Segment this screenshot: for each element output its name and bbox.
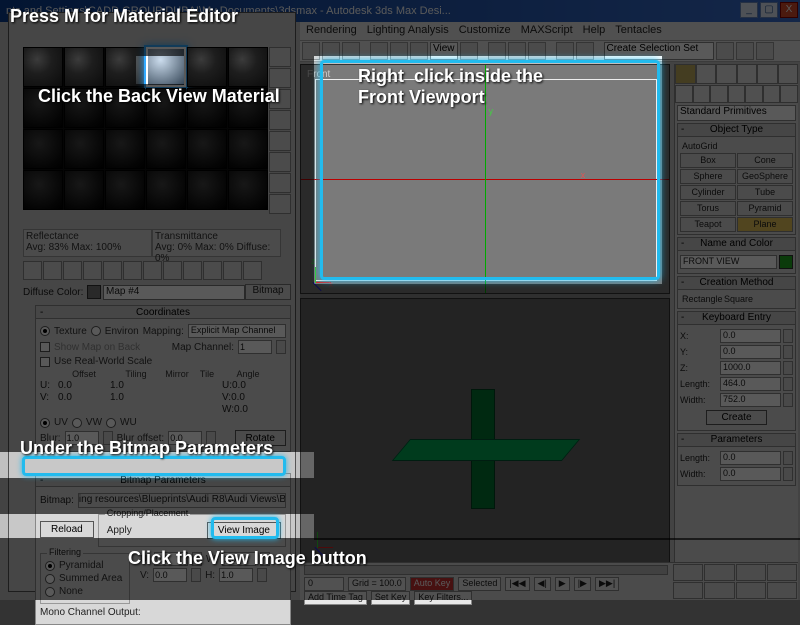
overlay-dark xyxy=(662,56,800,540)
overlay-dark xyxy=(184,56,314,84)
annotation-back-material: Click the Back View Material xyxy=(38,86,280,107)
annotation-bitmap-params: Under the Bitmap Parameters xyxy=(20,438,273,459)
annotation-right-click: Right click inside the Front Viewport xyxy=(358,66,543,108)
axis-x-label: x xyxy=(581,170,586,180)
reload-button[interactable]: Reload xyxy=(40,521,94,538)
overlay-dark xyxy=(0,56,136,84)
view-image-button[interactable]: View Image xyxy=(207,522,281,539)
overlay-dark xyxy=(0,478,314,514)
overlay-dark xyxy=(0,538,800,600)
annotation-press-m: Press M for Material Editor xyxy=(10,6,238,27)
viewport-safe-frame xyxy=(315,79,657,281)
overlay-dark xyxy=(314,284,662,540)
overlay-dark xyxy=(0,84,314,452)
annotation-view-image: Click the View Image button xyxy=(128,548,367,569)
